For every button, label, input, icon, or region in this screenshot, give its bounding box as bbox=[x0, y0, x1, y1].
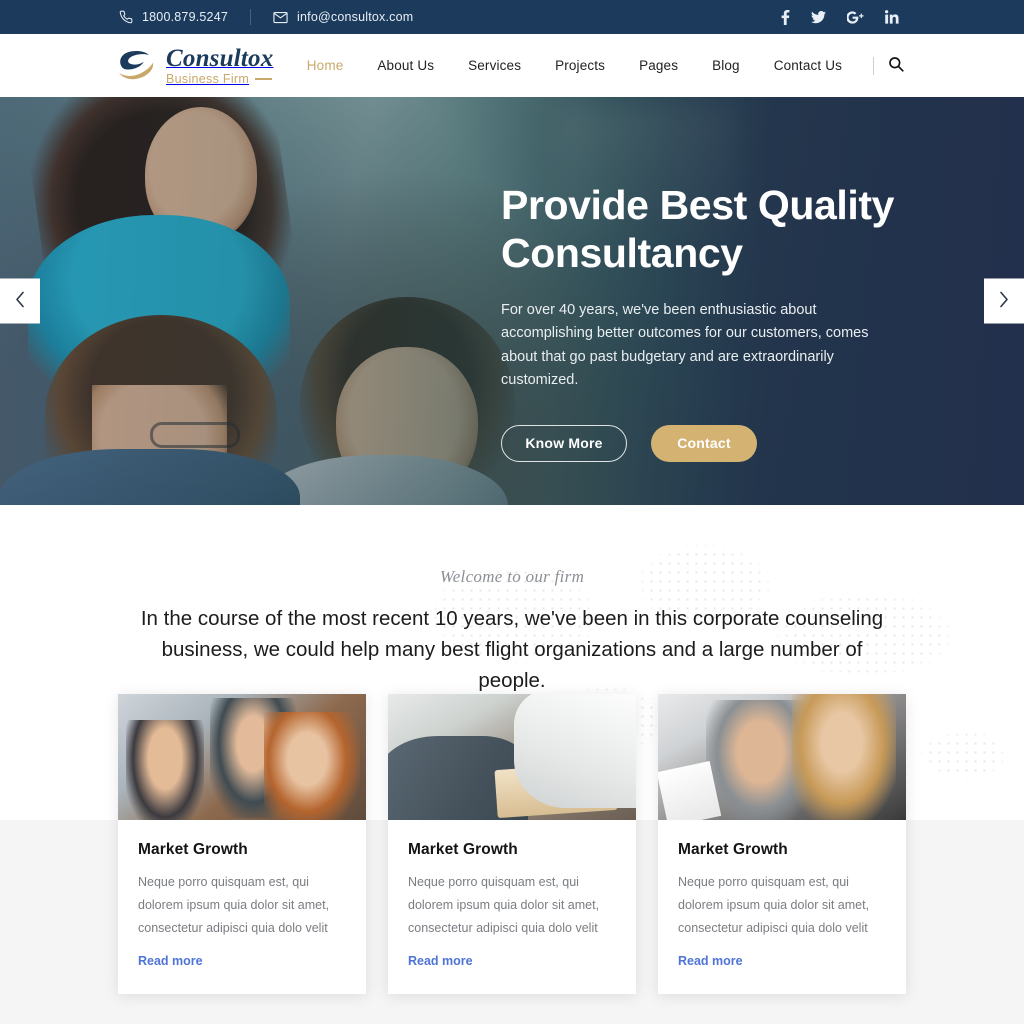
site-header: Consultox Business Firm Home About Us Se… bbox=[0, 34, 1024, 97]
welcome-eyebrow: Welcome to our firm bbox=[439, 567, 585, 586]
hero-title: Provide Best Quality Consultancy bbox=[501, 182, 895, 277]
search-icon bbox=[888, 56, 904, 75]
card-body: Market Growth Neque porro quisquam est, … bbox=[658, 820, 906, 994]
linkedin-icon[interactable] bbox=[885, 10, 899, 24]
nav-item-about-us[interactable]: About Us bbox=[360, 58, 451, 73]
nav-item-services[interactable]: Services bbox=[451, 58, 538, 73]
welcome-headline: In the course of the most recent 10 year… bbox=[140, 607, 884, 693]
card-image-document-review bbox=[658, 694, 906, 820]
facebook-icon[interactable] bbox=[781, 9, 790, 25]
feature-card[interactable]: Market Growth Neque porro quisquam est, … bbox=[118, 694, 366, 995]
logo-text-block: Consultox Business Firm bbox=[166, 46, 273, 86]
logo-tagline: Business Firm bbox=[166, 73, 273, 86]
card-body: Market Growth Neque porro quisquam est, … bbox=[118, 820, 366, 994]
top-bar-divider bbox=[250, 9, 252, 25]
nav-item-home[interactable]: Home bbox=[290, 58, 361, 73]
social-links bbox=[781, 9, 899, 25]
google-plus-icon[interactable] bbox=[847, 10, 864, 24]
hero-slider: Provide Best Quality Consultancy For ove… bbox=[0, 97, 1024, 505]
nav-item-projects[interactable]: Projects bbox=[538, 58, 622, 73]
card-read-more-link[interactable]: Read more bbox=[408, 954, 473, 968]
search-button[interactable] bbox=[886, 56, 906, 75]
twitter-icon[interactable] bbox=[811, 10, 826, 24]
card-text: Neque porro quisquam est, qui dolorem ip… bbox=[138, 875, 330, 936]
contact-button[interactable]: Contact bbox=[651, 424, 757, 462]
top-bar: 1800.879.5247 info@consultox.com bbox=[0, 0, 1024, 34]
feature-card[interactable]: Market Growth Neque porro quisquam est, … bbox=[658, 694, 906, 995]
card-image-team-meeting bbox=[118, 694, 366, 820]
card-read-more-link[interactable]: Read more bbox=[138, 954, 203, 968]
slider-prev-button[interactable] bbox=[0, 278, 40, 324]
envelope-icon bbox=[273, 10, 288, 25]
hero-subtitle: For over 40 years, we've been enthusiast… bbox=[501, 301, 869, 389]
top-bar-contact-group: 1800.879.5247 info@consultox.com bbox=[118, 9, 781, 25]
card-text: Neque porro quisquam est, qui dolorem ip… bbox=[678, 875, 870, 936]
chevron-left-icon bbox=[15, 291, 25, 311]
logo-tagline-text: Business Firm bbox=[166, 71, 250, 86]
email-address: info@consultox.com bbox=[297, 10, 414, 24]
nav-item-contact-us[interactable]: Contact Us bbox=[757, 58, 859, 73]
card-image-planning-notebook bbox=[388, 694, 636, 820]
feature-card[interactable]: Market Growth Neque porro quisquam est, … bbox=[388, 694, 636, 995]
feature-cards: Market Growth Neque porro quisquam est, … bbox=[0, 694, 1024, 995]
hero-button-group: Know More Contact bbox=[501, 424, 1024, 462]
phone-contact[interactable]: 1800.879.5247 bbox=[118, 10, 228, 25]
logo-name: Consultox bbox=[166, 44, 274, 72]
slider-next-button[interactable] bbox=[984, 278, 1024, 324]
card-read-more-link[interactable]: Read more bbox=[678, 954, 743, 968]
email-contact[interactable]: info@consultox.com bbox=[273, 10, 413, 25]
know-more-button[interactable]: Know More bbox=[501, 424, 627, 462]
card-text: Neque porro quisquam est, qui dolorem ip… bbox=[408, 875, 600, 936]
swoosh-logo-icon bbox=[118, 49, 156, 83]
chevron-right-icon bbox=[999, 291, 1009, 311]
nav-divider bbox=[873, 56, 874, 75]
page-root: 1800.879.5247 info@consultox.com Consult… bbox=[0, 0, 1024, 1024]
card-body: Market Growth Neque porro quisquam est, … bbox=[388, 820, 636, 994]
phone-number: 1800.879.5247 bbox=[142, 10, 229, 24]
card-title: Market Growth bbox=[408, 841, 518, 858]
card-title: Market Growth bbox=[138, 841, 248, 858]
card-title: Market Growth bbox=[678, 841, 788, 858]
nav-item-pages[interactable]: Pages bbox=[622, 58, 695, 73]
nav-item-blog[interactable]: Blog bbox=[695, 58, 757, 73]
site-logo[interactable]: Consultox Business Firm bbox=[118, 46, 273, 86]
phone-icon bbox=[118, 10, 133, 25]
hero-content: Provide Best Quality Consultancy For ove… bbox=[0, 97, 1024, 505]
main-navigation: Home About Us Services Projects Pages Bl… bbox=[290, 56, 906, 75]
logo-dash bbox=[255, 78, 273, 80]
